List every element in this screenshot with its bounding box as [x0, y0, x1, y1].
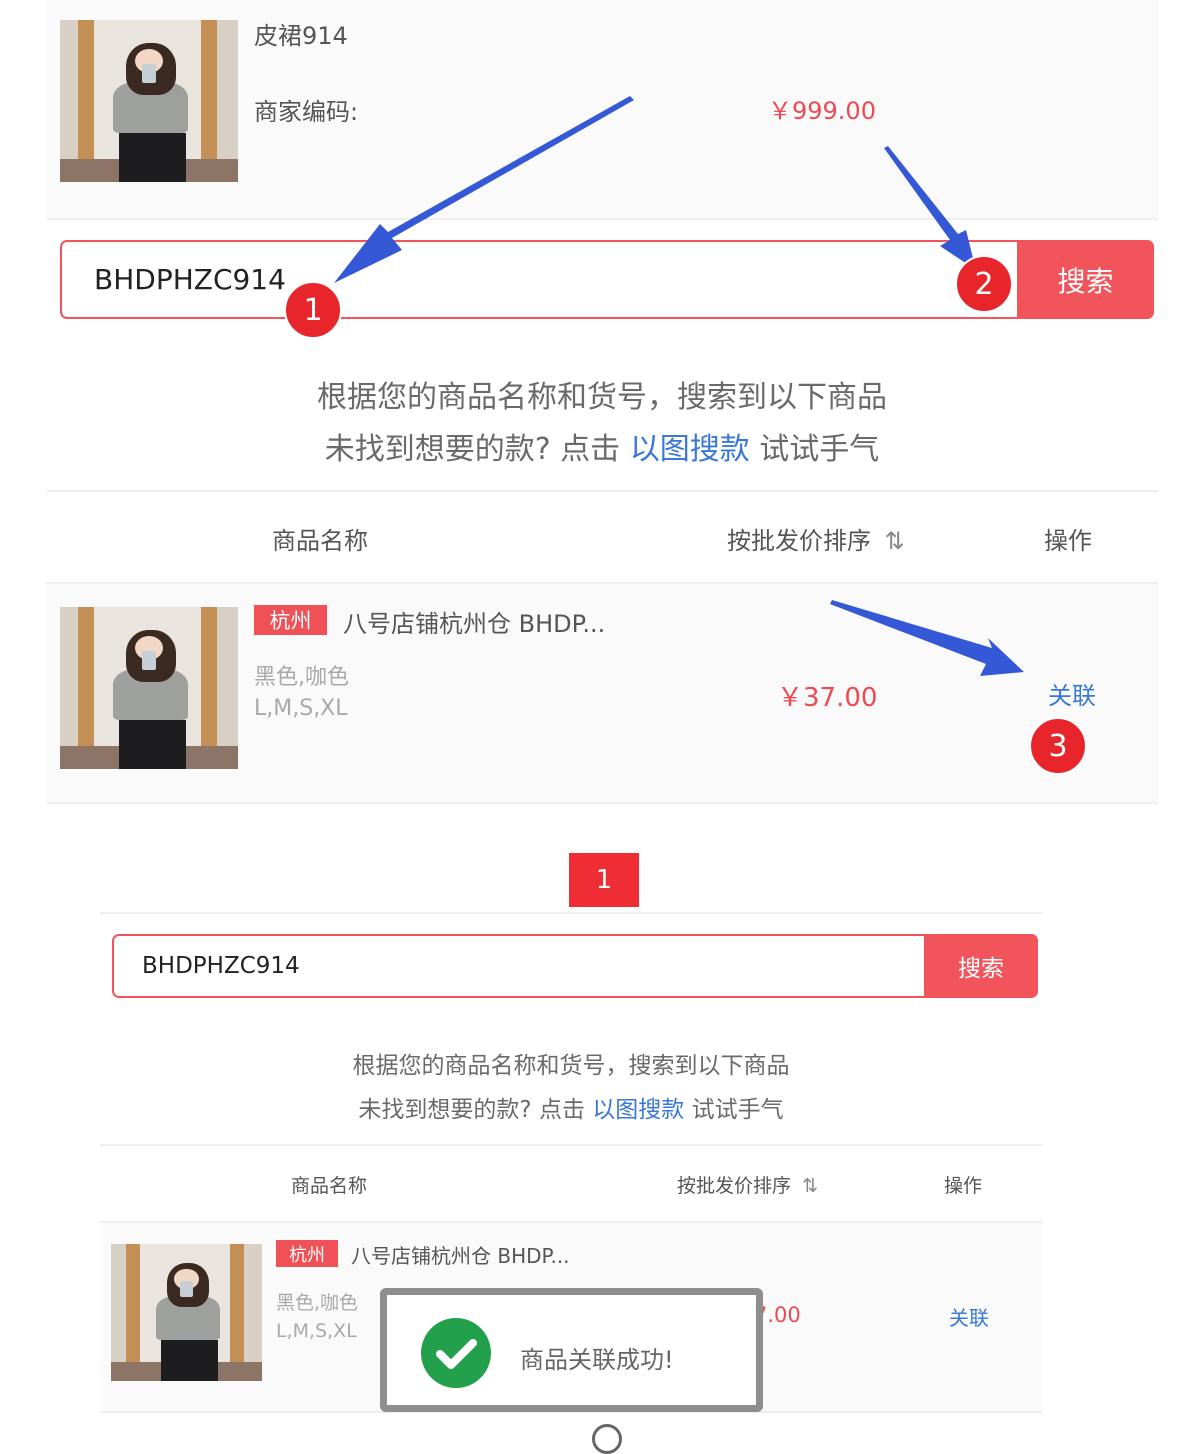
result-thumbnail-2: [111, 1244, 262, 1381]
toast-message: 商品关联成功!: [520, 1346, 674, 1374]
step-badge-3: 3: [1029, 717, 1087, 775]
image-search-link-2[interactable]: 以图搜款: [592, 1097, 684, 1123]
column-header-name-2: 商品名称: [291, 1175, 368, 1197]
arrow-to-link-action: [830, 600, 1024, 676]
sort-label: 按批发价排序: [677, 1175, 792, 1197]
success-toast: 商品关联成功!: [380, 1288, 763, 1412]
search-hint-line2-2: 未找到想要的款? 点击 以图搜款 试试手气: [100, 1090, 1042, 1124]
loading-ring-icon: [592, 1424, 622, 1454]
arrow-to-search-button: [884, 146, 976, 270]
result-title-2[interactable]: 八号店铺杭州仓 BHDP...: [351, 1240, 570, 1269]
step-box-1: 1: [569, 853, 639, 907]
step-badge-1: 1: [284, 281, 342, 339]
result-colors-2: 黑色,咖色: [276, 1292, 359, 1314]
search-bar-2: 搜索: [112, 934, 1038, 998]
column-header-action-2: 操作: [944, 1175, 983, 1197]
arrow-to-search-input: [334, 96, 634, 283]
search-button-2[interactable]: 搜索: [924, 934, 1038, 998]
warehouse-tag-2: 杭州: [276, 1240, 338, 1267]
search-hint-line1-2: 根据您的商品名称和货号，搜索到以下商品: [352, 1053, 790, 1079]
link-product-button-2[interactable]: 关联: [949, 1302, 989, 1331]
result-sizes-2: L,M,S,XL: [276, 1320, 357, 1342]
hint-suffix: 试试手气: [691, 1097, 784, 1123]
divider: [100, 1144, 1042, 1146]
check-circle-icon: [421, 1318, 491, 1388]
sort-icon: ⇅: [802, 1175, 818, 1197]
column-header-sort-2[interactable]: 按批发价排序 ⇅: [677, 1171, 818, 1198]
hint-prefix: 未找到想要的款? 点击: [358, 1097, 585, 1123]
search-input-2[interactable]: [114, 936, 944, 996]
divider: [100, 912, 1042, 914]
step-badge-2: 2: [955, 255, 1013, 313]
search-button-label: 搜索: [958, 956, 1004, 982]
annotation-arrows: [334, 96, 1024, 676]
